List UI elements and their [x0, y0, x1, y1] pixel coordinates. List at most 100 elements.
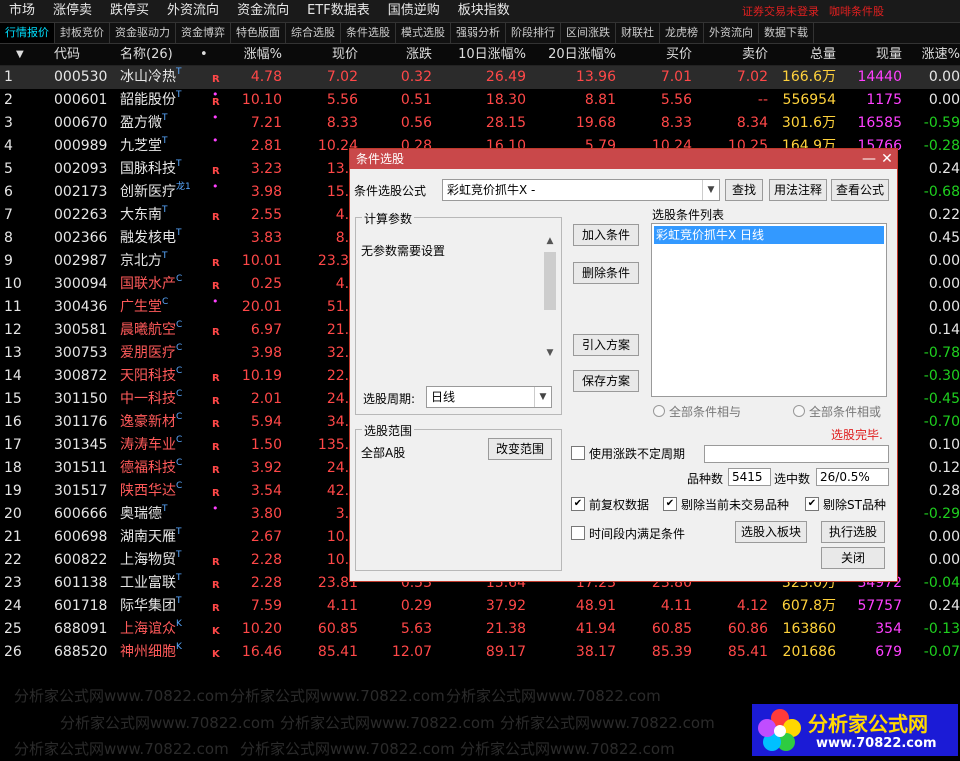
time-period-checkbox[interactable]: [571, 526, 585, 540]
tab-item[interactable]: 资金博弈: [176, 23, 231, 43]
row-index: 14: [4, 368, 22, 384]
period-select[interactable]: 日线 ▼: [426, 386, 552, 408]
cell-spd: 0.28: [928, 483, 960, 499]
flag-badge: R: [212, 580, 220, 591]
condition-list-item[interactable]: 彩虹竞价抓牛X 日线: [654, 226, 884, 244]
minimize-icon[interactable]: —: [861, 149, 877, 169]
column-header[interactable]: 涨幅%: [224, 44, 282, 65]
to-board-button[interactable]: 选股入板块: [735, 521, 807, 543]
column-header[interactable]: 总量: [772, 44, 836, 65]
board-tag: C: [176, 458, 183, 468]
column-header[interactable]: 代码: [54, 44, 116, 65]
flag-cell: R: [210, 411, 224, 434]
row-index: 21: [4, 529, 22, 545]
tab-item[interactable]: 行情报价: [0, 23, 55, 43]
dot-column-icon: •: [200, 47, 208, 62]
row-index: 26: [4, 644, 22, 660]
column-header[interactable]: 买价: [620, 44, 692, 65]
close-button[interactable]: 关闭: [821, 547, 885, 569]
scroll-down-icon[interactable]: ▼: [543, 348, 557, 358]
condition-list[interactable]: 彩虹竞价抓牛X 日线: [651, 223, 887, 397]
flag-badge: R: [212, 465, 220, 476]
mark-dot-icon: •: [212, 296, 219, 308]
table-row[interactable]: 24 601718 际华集团T R 7.59 4.11 0.29 37.92 48.91 4.11…: [0, 595, 960, 618]
menu-item[interactable]: ETF数据表: [298, 0, 379, 22]
column-header[interactable]: 卖价: [696, 44, 768, 65]
chevron-down-icon[interactable]: ▼: [534, 387, 551, 407]
tab-item[interactable]: 龙虎榜: [660, 23, 704, 43]
flag-badge: R: [212, 373, 220, 384]
cell-price: 4.11: [326, 598, 358, 614]
column-header[interactable]: 10日涨幅%: [436, 44, 526, 65]
close-icon[interactable]: ✕: [879, 149, 895, 169]
undetermined-field[interactable]: [704, 445, 889, 463]
menu-item[interactable]: 跌停买: [101, 0, 158, 22]
logo-title: 分析家公式网: [808, 712, 928, 736]
cell-spd: 0.24: [928, 598, 960, 614]
view-formula-button[interactable]: 查看公式: [831, 179, 889, 201]
tab-item[interactable]: 外资流向: [704, 23, 759, 43]
column-header[interactable]: 涨跌: [362, 44, 432, 65]
usage-button[interactable]: 用法注释: [769, 179, 827, 201]
exclude-st-checkbox[interactable]: ✔: [805, 497, 819, 511]
cell-chg: 2.01: [250, 391, 282, 407]
table-row[interactable]: 3 000670 盈方微T • 7.21 8.33 0.56 28.15 19.68 8.33 8.…: [0, 112, 960, 135]
tab-item[interactable]: 模式选股: [396, 23, 451, 43]
find-button[interactable]: 查找: [725, 179, 763, 201]
column-header[interactable]: 20日涨幅%: [530, 44, 616, 65]
params-scrollbar[interactable]: ▲ ▼: [543, 236, 557, 358]
cell-chg: 3.83: [250, 230, 282, 246]
import-plan-button[interactable]: 引入方案: [573, 334, 639, 356]
table-row[interactable]: 2 000601 韶能股份T • R 10.10 5.56 0.51 18.30 8.81 5.56…: [0, 89, 960, 112]
scroll-thumb[interactable]: [544, 252, 556, 310]
chevron-down-icon[interactable]: ▼: [702, 180, 719, 200]
table-row[interactable]: 26 688520 神州细胞K K 16.46 85.41 12.07 89.17 38.17 8…: [0, 641, 960, 664]
column-header[interactable]: 名称(26): [120, 44, 208, 65]
menu-item[interactable]: 市场: [0, 0, 44, 22]
tab-item[interactable]: 综合选股: [286, 23, 341, 43]
column-header[interactable]: 现价: [286, 44, 358, 65]
exclude-untraded-checkbox[interactable]: ✔: [663, 497, 677, 511]
menu-item[interactable]: 国债逆购: [379, 0, 449, 22]
cell-spd: -0.28: [923, 138, 960, 154]
column-header[interactable]: 现量: [840, 44, 902, 65]
menu-item[interactable]: 外资流向: [158, 0, 228, 22]
flag-cell: R: [210, 319, 224, 342]
formula-select[interactable]: 彩虹竞价抓牛X - ▼: [442, 179, 720, 201]
site-logo: 分析家公式网 www.70822.com: [752, 704, 958, 756]
tab-item[interactable]: 特色版面: [231, 23, 286, 43]
use-undetermined-checkbox[interactable]: [571, 446, 585, 460]
tab-item[interactable]: 资金驱动力: [110, 23, 176, 43]
table-row[interactable]: 1 000530 冰山冷热T R 4.78 7.02 0.32 26.49 13.96 7.01 7…: [0, 66, 960, 89]
delete-condition-button[interactable]: 删除条件: [573, 262, 639, 284]
row-index: 13: [4, 345, 22, 361]
add-condition-button[interactable]: 加入条件: [573, 224, 639, 246]
menu-item[interactable]: 资金流向: [228, 0, 298, 22]
tab-item[interactable]: 阶段排行: [506, 23, 561, 43]
table-row[interactable]: 25 688091 上海谊众K K 10.20 60.85 5.63 21.38 41.94 60…: [0, 618, 960, 641]
cell-spd: 0.00: [928, 276, 960, 292]
sort-arrow-icon[interactable]: ▼: [4, 44, 56, 65]
tab-item[interactable]: 财联社: [616, 23, 660, 43]
column-header[interactable]: 涨速%: [906, 44, 960, 65]
tab-item[interactable]: 条件选股: [341, 23, 396, 43]
radio-and[interactable]: [653, 405, 665, 417]
cell-price: 51.3: [326, 299, 358, 315]
radio-or[interactable]: [793, 405, 805, 417]
menu-item[interactable]: 涨停卖: [44, 0, 101, 22]
tab-item[interactable]: 区间涨跌: [561, 23, 616, 43]
board-tag: T: [162, 136, 168, 146]
scroll-up-icon[interactable]: ▲: [543, 236, 557, 246]
flag-cell: K: [210, 618, 224, 641]
instant-pick-link[interactable]: 咖啡条件股: [829, 5, 884, 18]
menu-item[interactable]: 板块指数: [449, 0, 519, 22]
tab-item[interactable]: 强弱分析: [451, 23, 506, 43]
run-pick-button[interactable]: 执行选股: [821, 521, 885, 543]
save-plan-button[interactable]: 保存方案: [573, 370, 639, 392]
change-range-button[interactable]: 改变范围: [488, 438, 552, 460]
prev-adj-checkbox[interactable]: ✔: [571, 497, 585, 511]
tab-item[interactable]: 数据下载: [759, 23, 814, 43]
tab-item[interactable]: 封板竞价: [55, 23, 110, 43]
stock-code: 600822: [54, 552, 108, 568]
board-tag: C: [176, 435, 183, 445]
